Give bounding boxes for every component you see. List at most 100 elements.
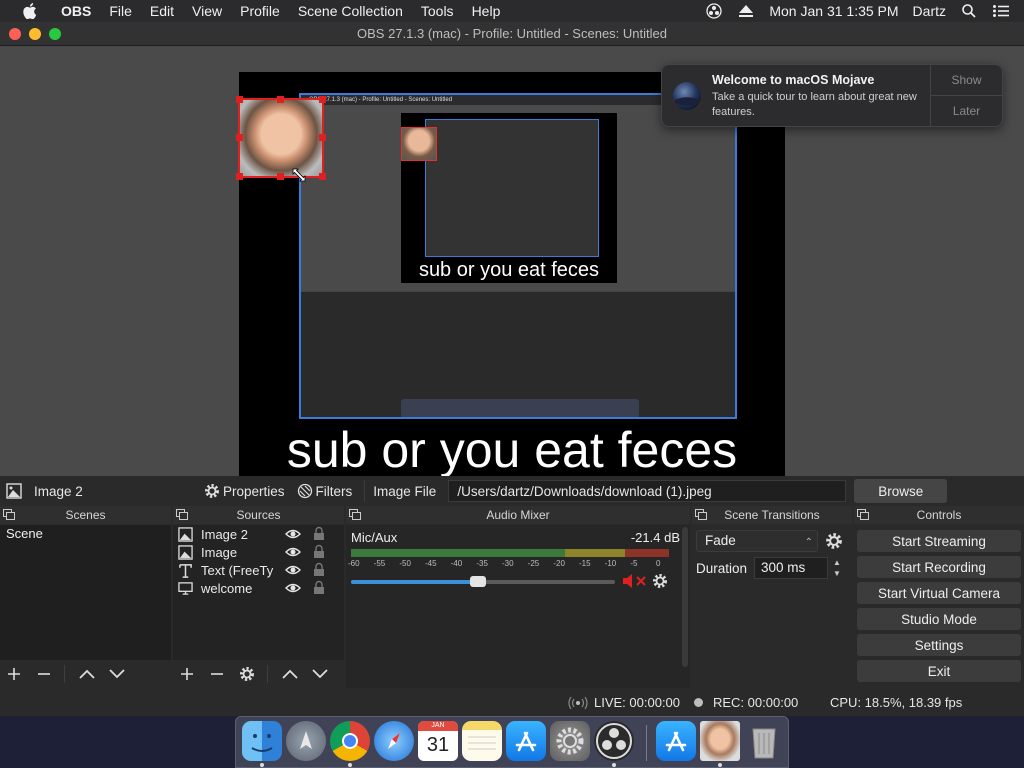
image-preview-icon[interactable] (700, 721, 740, 761)
resize-handle[interactable] (319, 134, 326, 141)
exit-button[interactable]: Exit (857, 660, 1021, 682)
volume-slider[interactable] (351, 576, 615, 587)
menu-help[interactable]: Help (463, 0, 510, 22)
lock-icon[interactable] (313, 580, 325, 595)
dock-float-icon[interactable] (857, 509, 869, 520)
visibility-eye-icon[interactable] (285, 581, 301, 595)
transition-select[interactable]: Fade ⌃ (696, 530, 818, 552)
start-virtual-camera-button[interactable]: Start Virtual Camera (857, 582, 1021, 604)
move-scene-down-button[interactable] (107, 664, 127, 684)
settings-button[interactable]: Settings (857, 634, 1021, 656)
lock-icon[interactable] (313, 562, 325, 577)
spotlight-search-icon[interactable] (960, 2, 978, 20)
add-source-button[interactable] (177, 664, 197, 684)
selected-image-source[interactable] (236, 96, 326, 180)
apple-icon[interactable] (20, 1, 40, 21)
start-streaming-button[interactable]: Start Streaming (857, 530, 1021, 552)
transition-settings-gear-icon[interactable] (825, 532, 843, 550)
menubar-clock[interactable]: Mon Jan 31 1:35 PM (769, 3, 898, 19)
source-properties-gear-icon[interactable] (237, 664, 257, 684)
chrome-icon[interactable] (330, 721, 370, 761)
filters-button[interactable]: Filters (297, 483, 352, 499)
move-source-down-button[interactable] (310, 664, 330, 684)
menubar-user[interactable]: Dartz (913, 3, 946, 19)
resize-handle[interactable] (277, 96, 284, 103)
trash-icon[interactable] (744, 721, 784, 761)
duration-stepper[interactable]: ▲ ▼ (830, 557, 844, 579)
menu-scene-collection[interactable]: Scene Collection (289, 0, 412, 22)
visibility-eye-icon[interactable] (285, 563, 301, 577)
audio-mixer-dock: Audio Mixer Mic/Aux -21.4 dB -60 -55 -50 -4… (346, 506, 690, 688)
resize-handle[interactable] (236, 96, 243, 103)
lock-icon[interactable] (313, 544, 325, 559)
menu-app-name[interactable]: OBS (52, 0, 100, 22)
dock-float-icon[interactable] (695, 509, 707, 520)
muted-speaker-icon[interactable] (622, 573, 648, 589)
resize-handle[interactable] (277, 173, 284, 180)
selected-source-name: Image 2 (34, 483, 83, 499)
resize-handle[interactable] (236, 134, 243, 141)
app-store-downloads-icon[interactable] (656, 721, 696, 761)
source-row[interactable]: Text (FreeTy (173, 561, 344, 579)
properties-button[interactable]: Properties (204, 483, 285, 499)
menu-view[interactable]: View (183, 0, 231, 22)
source-row[interactable]: Image (173, 543, 344, 561)
mixer-scrollbar[interactable] (682, 527, 688, 667)
source-row[interactable]: welcome (173, 579, 344, 597)
menu-profile[interactable]: Profile (231, 0, 289, 22)
notification-center-icon[interactable] (992, 2, 1010, 20)
remove-source-button[interactable] (207, 664, 227, 684)
resize-handle[interactable] (319, 173, 326, 180)
remove-scene-button[interactable] (34, 664, 54, 684)
scene-item[interactable]: Scene (0, 525, 171, 543)
menu-tools[interactable]: Tools (412, 0, 463, 22)
window-titlebar[interactable]: OBS 27.1.3 (mac) - Profile: Untitled - S… (0, 22, 1024, 46)
menu-file[interactable]: File (100, 0, 141, 22)
obs-icon[interactable] (594, 721, 634, 761)
start-recording-button[interactable]: Start Recording (857, 556, 1021, 578)
source-row[interactable]: Image 2 (173, 525, 344, 543)
image-file-path-input[interactable] (448, 480, 847, 502)
dock-float-icon[interactable] (3, 509, 15, 520)
window-minimize-button[interactable] (29, 28, 41, 40)
lock-icon[interactable] (313, 526, 325, 541)
meter-scale-label: -50 (399, 559, 411, 568)
visibility-eye-icon[interactable] (285, 527, 301, 541)
scenes-list[interactable]: Scene (0, 525, 171, 660)
browse-button[interactable]: Browse (854, 479, 948, 503)
sources-list[interactable]: Image 2 Image Text (FreeTy welcome (173, 525, 344, 660)
obs-tray-icon[interactable] (705, 2, 723, 20)
dock-float-icon[interactable] (176, 509, 188, 520)
macos-notification[interactable]: Welcome to macOS Mojave Take a quick tou… (661, 64, 1003, 127)
duration-label: Duration (696, 561, 748, 576)
cpu-usage: CPU: 18.5%, 18.39 fps (830, 695, 963, 710)
audio-meter-scale: -60 -55 -50 -45 -40 -35 -30 -25 -20 -15 -10 -5 0 (348, 559, 670, 571)
finder-icon[interactable] (242, 721, 282, 761)
app-store-icon[interactable] (506, 721, 546, 761)
window-close-button[interactable] (9, 28, 21, 40)
eject-icon[interactable] (737, 2, 755, 20)
window-maximize-button[interactable] (49, 28, 61, 40)
notes-icon[interactable] (462, 721, 502, 761)
duration-input[interactable]: 300 ms (754, 557, 828, 579)
add-scene-button[interactable] (4, 664, 24, 684)
scene-transitions-dock: Scene Transitions Fade ⌃ Duration 300 ms… (692, 506, 852, 688)
meter-scale-label: -25 (527, 559, 540, 568)
resize-handle[interactable] (319, 96, 326, 103)
studio-mode-button[interactable]: Studio Mode (857, 608, 1021, 630)
notification-later-button[interactable]: Later (931, 96, 1002, 126)
visibility-eye-icon[interactable] (285, 545, 301, 559)
system-preferences-icon[interactable] (550, 721, 590, 761)
resize-handle[interactable] (236, 173, 243, 180)
move-scene-up-button[interactable] (77, 664, 97, 684)
safari-icon[interactable] (374, 721, 414, 761)
calendar-icon[interactable]: JAN 31 (418, 721, 458, 761)
volume-slider-handle[interactable] (469, 576, 486, 587)
dock-float-icon[interactable] (349, 509, 361, 520)
audio-settings-gear-icon[interactable] (652, 573, 668, 589)
launchpad-icon[interactable] (286, 721, 326, 761)
notification-show-button[interactable]: Show (931, 65, 1002, 96)
menu-edit[interactable]: Edit (141, 0, 183, 22)
resize-cursor-icon (292, 168, 306, 182)
move-source-up-button[interactable] (280, 664, 300, 684)
